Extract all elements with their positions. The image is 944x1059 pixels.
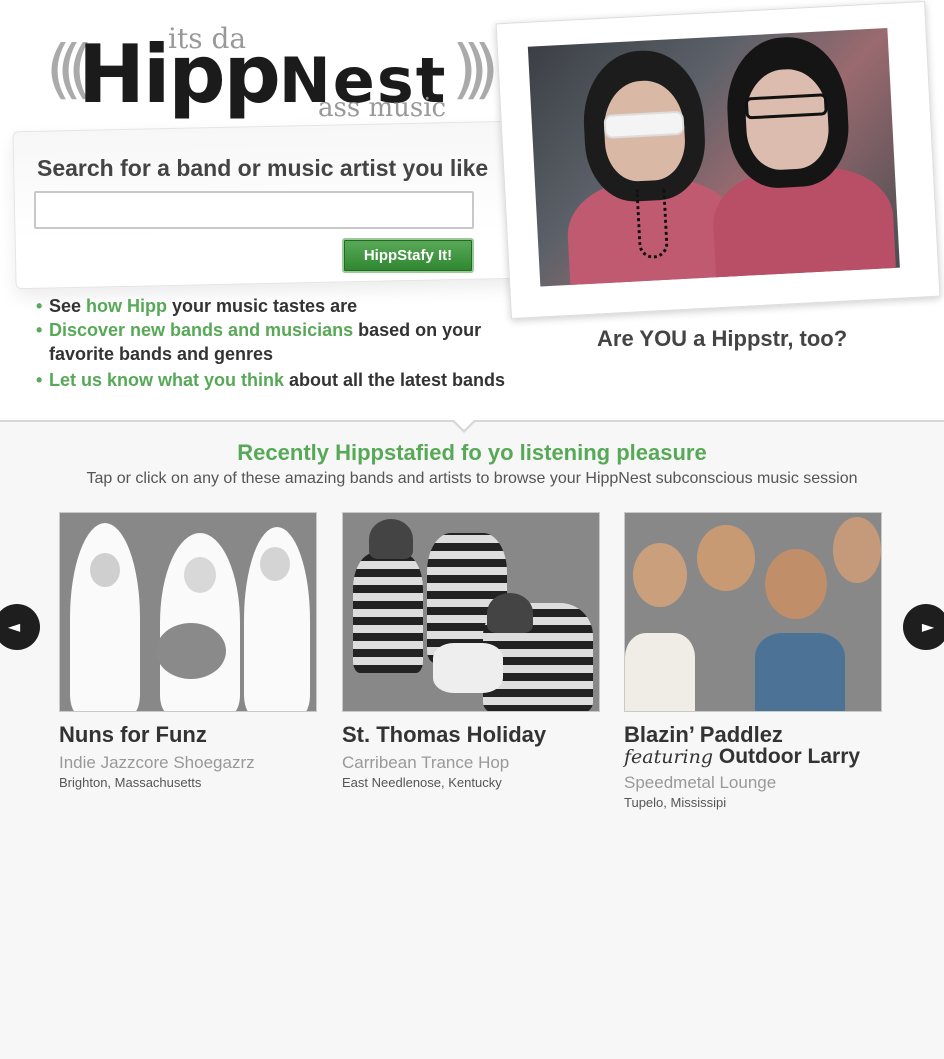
logo-wordmark-hipp: Hipp <box>78 28 281 121</box>
band-member-face <box>765 549 827 619</box>
nun-face <box>184 557 216 593</box>
band-photo[interactable] <box>624 512 882 712</box>
hero-caption: Are YOU a Hippstr, too? <box>597 326 848 351</box>
feature-list: See how Hipp your music tastes are Disco… <box>36 294 536 392</box>
band-member-face <box>633 543 687 607</box>
feature-item: Let us know what you think about all the… <box>36 368 536 392</box>
band-photo[interactable] <box>342 512 600 712</box>
how-hipp-link[interactable]: how Hipp <box>86 296 167 316</box>
band-card-nuns-for-funz[interactable]: Nuns for Funz Indie Jazzcore Shoegazrz B… <box>59 512 317 792</box>
player-figure <box>353 553 423 673</box>
nun-face <box>90 553 120 587</box>
band-genre: Indie Jazzcore Shoegazrz <box>59 753 255 772</box>
band-genre: Carribean Trance Hop <box>342 753 510 772</box>
discover-bands-link[interactable]: Discover new bands and musicians <box>49 320 353 340</box>
band-member-face <box>697 525 755 591</box>
band-card-blazin-paddlez[interactable]: Blazin’ Paddlez featuring Outdoor Larry … <box>624 512 882 812</box>
nun-face <box>260 547 290 581</box>
band-featuring: featuring Outdoor Larry <box>624 745 882 769</box>
hero-polaroid <box>495 0 941 320</box>
feature-text: your music tastes are <box>167 296 358 316</box>
feature-text: about all the latest bands <box>284 370 506 390</box>
featuring-word: featuring <box>624 746 714 768</box>
band-location: Tupelo, Mississipi <box>624 795 727 810</box>
sound-waves-left-icon: ((( <box>46 33 93 107</box>
hippstafy-button[interactable]: HippStafy It! <box>342 238 474 273</box>
band-photo[interactable] <box>59 512 317 712</box>
band-genre: Speedmetal Lounge <box>624 773 777 792</box>
feature-text: See <box>49 296 87 316</box>
feature-item: Discover new bands and musicians based o… <box>36 318 536 366</box>
featured-artist[interactable]: Outdoor Larry <box>719 745 860 768</box>
helmet-icon <box>487 593 533 633</box>
band-member-face <box>833 517 881 583</box>
nun-figure <box>70 523 140 711</box>
band-card-st-thomas-holiday[interactable]: St. Thomas Holiday Carribean Trance Hop … <box>342 512 600 792</box>
feedback-link[interactable]: Let us know what you think <box>49 370 284 390</box>
feature-item: See how Hipp your music tastes are <box>36 294 536 318</box>
sound-waves-right-icon: ))) <box>452 33 499 107</box>
shorts-shape <box>433 643 503 693</box>
guitar-icon <box>156 623 226 679</box>
section-divider-notch-inner <box>453 419 475 430</box>
sunglasses-icon <box>603 110 685 139</box>
search-input[interactable] <box>34 191 474 229</box>
recent-title: Recently Hippstafied fo yo listening ple… <box>237 440 707 465</box>
carousel-next-button[interactable]: ► <box>903 604 944 650</box>
carousel-prev-button[interactable]: ◄ <box>0 604 40 650</box>
band-location: Brighton, Massachusetts <box>59 775 202 790</box>
logo-tagline-bottom: ass music <box>318 93 447 123</box>
band-location: East Needlenose, Kentucky <box>342 775 502 790</box>
shirt-shape <box>755 633 845 711</box>
site-logo[interactable]: ((( its da HippNest ass music ))) <box>44 22 499 132</box>
helmet-icon <box>369 519 413 559</box>
necklace-icon <box>635 187 670 260</box>
search-label: Search for a band or music artist you li… <box>37 155 489 181</box>
shirt-shape <box>625 633 695 711</box>
band-name[interactable]: St. Thomas Holiday <box>342 722 600 748</box>
recent-subtitle: Tap or click on any of these amazing ban… <box>86 470 858 487</box>
hero-photo <box>527 27 900 287</box>
band-name[interactable]: Nuns for Funz <box>59 722 317 748</box>
glasses-icon <box>744 93 828 120</box>
